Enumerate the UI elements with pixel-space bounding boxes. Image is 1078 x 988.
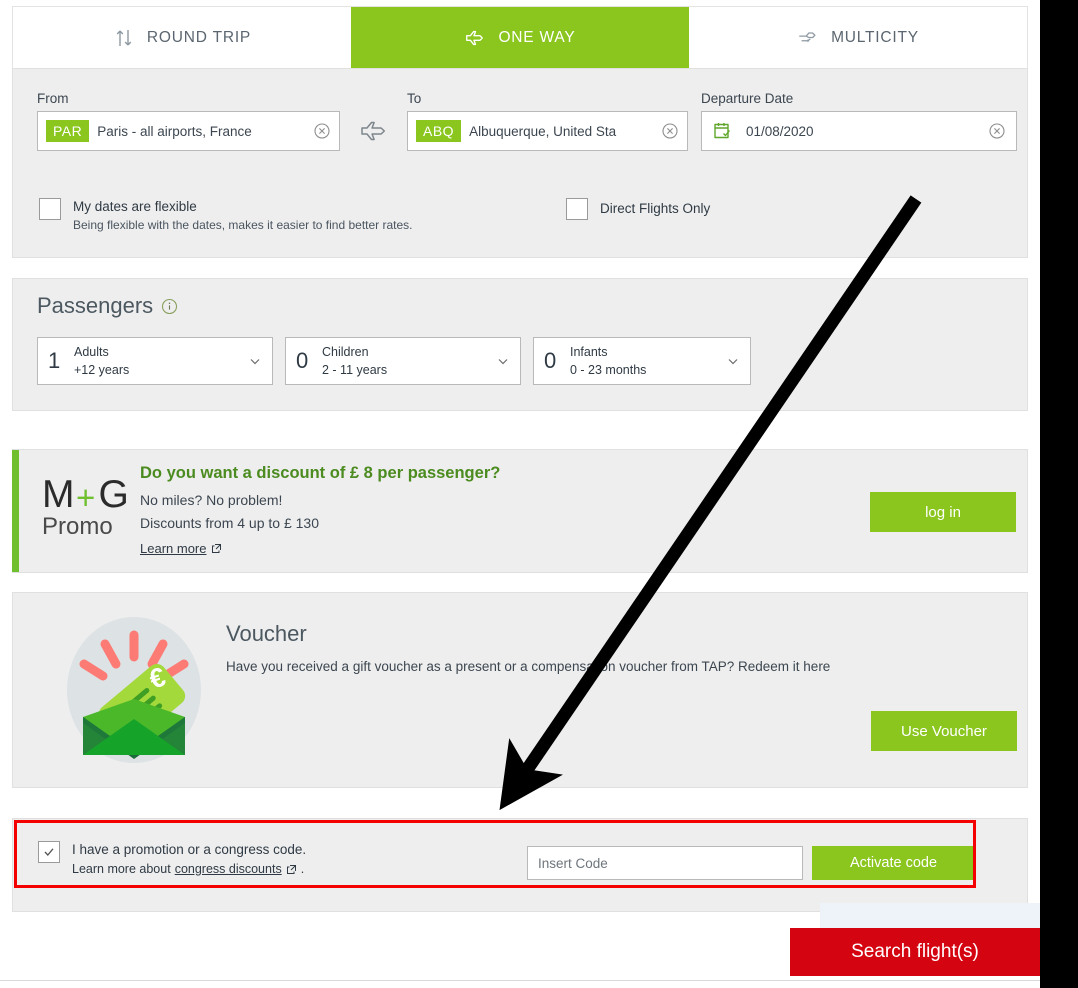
passengers-title-row: Passengers — [37, 293, 178, 319]
flexible-dates-label: My dates are flexible — [73, 199, 197, 214]
direct-flights-option[interactable]: Direct Flights Only — [566, 198, 710, 220]
swap-airports-icon[interactable] — [354, 111, 394, 151]
promotion-code-option[interactable]: I have a promotion or a congress code. L… — [38, 841, 306, 877]
passengers-title: Passengers — [37, 293, 154, 318]
miles-go-promo-card: MG + Promo Do you want a discount of £ 8… — [12, 449, 1028, 573]
right-gutter — [1040, 0, 1078, 988]
children-select[interactable]: 0 Children 2 - 11 years — [285, 337, 521, 385]
to-input[interactable]: ABQ Albuquerque, United Sta — [407, 111, 688, 151]
screenshot-root: ROUND TRIP ONE WAY MULTICITY From PAR Pa… — [0, 0, 1078, 988]
to-airport-code: ABQ — [416, 120, 462, 142]
children-label: Children — [322, 345, 369, 359]
adults-count: 1 — [48, 348, 61, 373]
external-link-icon — [211, 543, 222, 554]
from-label: From — [37, 91, 69, 106]
voucher-envelope-icon: € — [57, 613, 212, 768]
clear-from-icon[interactable] — [313, 122, 331, 140]
voucher-card: € Voucher Have you received a gift vouch… — [12, 592, 1028, 788]
logo-plus: + — [76, 479, 96, 516]
info-icon[interactable] — [161, 298, 178, 315]
route-card: From PAR Paris - all airports, France To… — [12, 68, 1028, 258]
tab-one-way[interactable]: ONE WAY — [351, 7, 689, 68]
promo-log-in-button[interactable]: log in — [870, 492, 1016, 532]
promo-accent-bar — [12, 450, 19, 572]
tab-round-trip[interactable]: ROUND TRIP — [13, 7, 351, 68]
congress-discounts-line: Learn more about congress discounts . — [72, 861, 306, 877]
passengers-card: Passengers 1 Adults +12 years 0 Children… — [12, 278, 1028, 411]
clear-to-icon[interactable] — [661, 122, 679, 140]
use-voucher-button[interactable]: Use Voucher — [871, 711, 1017, 751]
external-link-icon — [286, 864, 297, 875]
bottom-divider — [0, 980, 1040, 988]
children-count: 0 — [296, 348, 309, 373]
activate-code-button[interactable]: Activate code — [812, 846, 975, 880]
flexible-dates-hint: Being flexible with the dates, makes it … — [73, 218, 413, 232]
miles-and-go-logo: MG + Promo — [42, 473, 134, 550]
calendar-check-icon — [712, 120, 734, 142]
booking-widget: ROUND TRIP ONE WAY MULTICITY From PAR Pa… — [0, 0, 1078, 988]
congress-prefix: Learn more about — [72, 862, 171, 876]
departure-date-value: 01/08/2020 — [746, 123, 814, 139]
flexible-dates-checkbox[interactable] — [39, 198, 61, 220]
logo-letter-m: M — [42, 473, 75, 516]
tab-label: MULTICITY — [831, 28, 919, 46]
search-flights-button[interactable]: Search flight(s) — [790, 928, 1040, 976]
voucher-title: Voucher — [226, 621, 307, 646]
infants-age: 0 - 23 months — [570, 363, 647, 377]
adults-label: Adults — [74, 345, 109, 359]
promo-line-1: No miles? No problem! — [140, 492, 283, 508]
departure-date-label: Departure Date — [701, 91, 794, 106]
tab-multicity[interactable]: MULTICITY — [689, 7, 1027, 68]
direct-flights-checkbox[interactable] — [566, 198, 588, 220]
multicity-icon — [797, 27, 819, 49]
congress-suffix: . — [300, 862, 305, 876]
promotion-code-label: I have a promotion or a congress code. — [72, 842, 307, 857]
chevron-down-icon[interactable] — [496, 354, 510, 368]
tab-label: ONE WAY — [498, 28, 576, 46]
congress-discounts-link[interactable]: congress discounts — [175, 861, 282, 877]
from-airport-code: PAR — [46, 120, 90, 142]
infants-count: 0 — [544, 348, 557, 373]
promo-line-2: Discounts from 4 up to £ 130 — [140, 515, 319, 531]
voucher-description: Have you received a gift voucher as a pr… — [226, 659, 831, 674]
direct-flights-label: Direct Flights Only — [600, 201, 711, 216]
departure-date-input[interactable]: 01/08/2020 — [701, 111, 1017, 151]
to-label: To — [407, 91, 422, 106]
promotion-code-input[interactable] — [527, 846, 803, 880]
from-value: Paris - all airports, France — [97, 123, 252, 139]
infants-label: Infants — [570, 345, 608, 359]
clear-date-icon[interactable] — [988, 122, 1006, 140]
logo-promo-word: Promo — [42, 513, 113, 541]
to-value: Albuquerque, United Sta — [469, 123, 617, 139]
promo-learn-more-link[interactable]: Learn more — [140, 541, 222, 556]
logo-letter-g: G — [98, 473, 129, 516]
chevron-down-icon[interactable] — [726, 354, 740, 368]
flexible-dates-option[interactable]: My dates are flexible Being flexible wit… — [39, 198, 413, 234]
adults-select[interactable]: 1 Adults +12 years — [37, 337, 273, 385]
round-trip-icon — [113, 27, 135, 49]
one-way-icon — [464, 27, 486, 49]
trip-type-tabs: ROUND TRIP ONE WAY MULTICITY — [12, 6, 1028, 68]
promo-learn-more-label: Learn more — [140, 541, 207, 556]
children-age: 2 - 11 years — [322, 363, 388, 377]
chevron-down-icon[interactable] — [248, 354, 262, 368]
from-input[interactable]: PAR Paris - all airports, France — [37, 111, 340, 151]
tab-label: ROUND TRIP — [146, 28, 252, 46]
promo-heading: Do you want a discount of £ 8 per passen… — [140, 464, 501, 482]
promotion-code-checkbox[interactable] — [38, 841, 60, 863]
infants-select[interactable]: 0 Infants 0 - 23 months — [533, 337, 751, 385]
adults-age: +12 years — [74, 363, 130, 377]
